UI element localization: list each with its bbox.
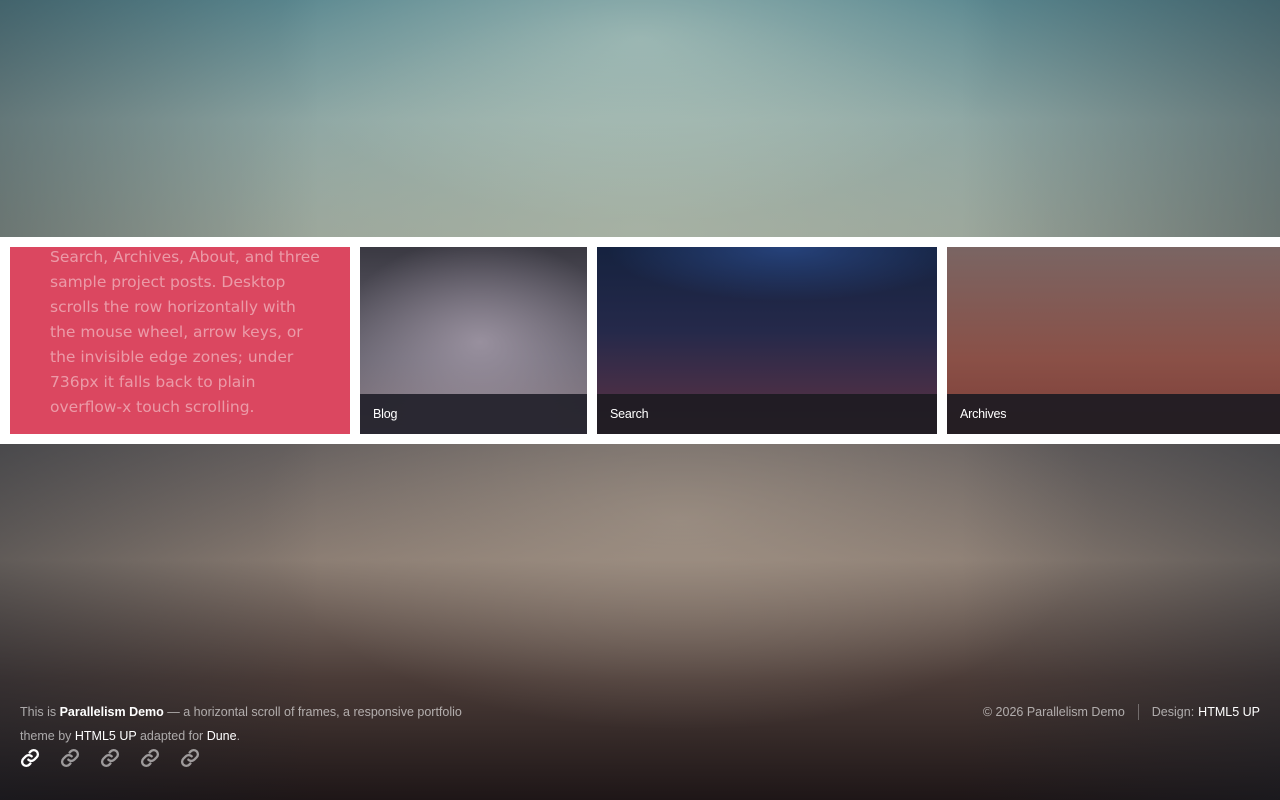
blog-card[interactable]: Blog bbox=[360, 247, 587, 434]
intro-text: delays) that link out to Blog, Search, A… bbox=[50, 248, 320, 416]
footer-copyright: © 2026 Parallelism Demo Design: HTML5 UP bbox=[983, 700, 1260, 724]
design-credit-link[interactable]: HTML5 UP bbox=[1198, 700, 1260, 724]
search-card[interactable]: Search bbox=[597, 247, 937, 434]
archives-card[interactable]: Archives bbox=[947, 247, 1280, 434]
footer-adapted: adapted for bbox=[136, 729, 207, 743]
archives-card-caption: Archives bbox=[947, 394, 1280, 434]
blog-card-caption: Blog bbox=[360, 394, 587, 434]
link-icon[interactable] bbox=[180, 748, 200, 768]
theme-author-link[interactable]: HTML5 UP bbox=[75, 729, 137, 743]
link-icon[interactable] bbox=[60, 748, 80, 768]
social-icons bbox=[20, 748, 200, 770]
link-icon[interactable] bbox=[100, 748, 120, 768]
design-label: Design: bbox=[1151, 705, 1195, 719]
link-icon[interactable] bbox=[20, 748, 40, 768]
link-icon[interactable] bbox=[140, 748, 160, 768]
footer-suffix: . bbox=[236, 729, 241, 743]
site-name: Parallelism Demo bbox=[59, 705, 164, 719]
footer-credits: This is Parallelism Demo — a horizontal … bbox=[20, 700, 470, 748]
search-card-caption: Search bbox=[597, 394, 937, 434]
intro-frame: delays) that link out to Blog, Search, A… bbox=[10, 247, 350, 434]
copyright-text: © 2026 Parallelism Demo bbox=[982, 705, 1125, 719]
frame-reel[interactable]: delays) that link out to Blog, Search, A… bbox=[0, 237, 1280, 444]
adapted-for-link[interactable]: Dune bbox=[207, 729, 237, 743]
footer-divider bbox=[1137, 704, 1139, 720]
footer-prefix: This is bbox=[20, 705, 60, 719]
